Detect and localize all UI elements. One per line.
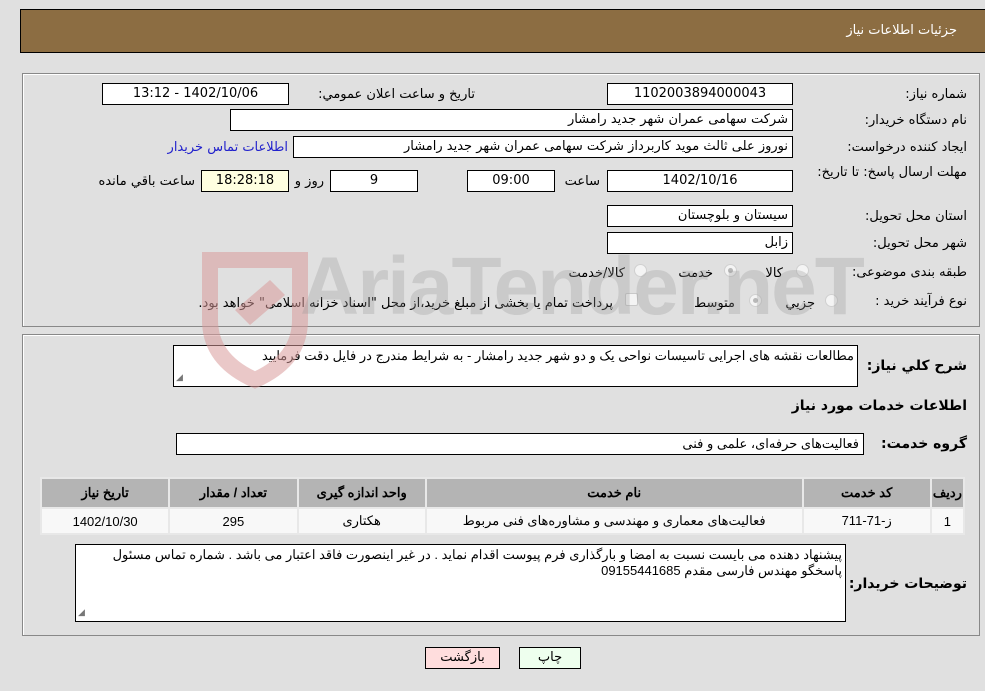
category-radio-goods-service[interactable] <box>634 264 647 277</box>
services-table: ردیف کد خدمت نام خدمت واحد اندازه گیری ت… <box>39 477 966 535</box>
requester-label: ایجاد کننده درخواست: <box>847 140 967 155</box>
deadline-label: مهلت ارسال پاسخ: تا تاریخ: <box>817 165 967 180</box>
time-remaining-label: ساعت باقي مانده <box>98 174 195 189</box>
cell-row-number: 1 <box>929 507 966 535</box>
buyer-notes-text: پیشنهاد دهنده می بایست نسبت به امضا و با… <box>112 547 842 578</box>
buyer-notes-label: توضیحات خریدار: <box>848 576 967 592</box>
category-label: طبقه بندی موضوعی: <box>851 265 967 280</box>
page-header: جزئیات اطلاعات نیاز <box>20 9 985 53</box>
category-radio-service[interactable] <box>724 264 737 277</box>
col-need-date: تاریخ نیاز <box>39 477 171 509</box>
description-label: شرح كلي نياز: <box>866 358 967 374</box>
table-row: 1 ز-71-711 فعالیت‌های معماری و مهندسی و … <box>39 507 966 535</box>
buyer-contact-link[interactable]: اطلاعات تماس خریدار <box>168 140 288 155</box>
category-option-goods: کالا <box>765 266 783 281</box>
cell-unit: هکتاری <box>296 507 427 535</box>
col-service-code: کد خدمت <box>801 477 932 509</box>
service-group-label: گروه خدمت: <box>881 436 967 452</box>
purchase-type-radio-medium[interactable] <box>749 294 762 307</box>
need-number-field: 1102003894000043 <box>607 83 793 105</box>
col-service-name: نام خدمت <box>424 477 804 509</box>
days-remaining-field: 9 <box>330 170 418 192</box>
deadline-date-field: 1402/10/16 <box>607 170 793 192</box>
col-unit: واحد اندازه گیری <box>296 477 427 509</box>
buyer-notes-textarea[interactable]: پیشنهاد دهنده می بایست نسبت به امضا و با… <box>75 544 846 622</box>
buyer-org-label: نام دستگاه خریدار: <box>864 113 967 128</box>
requester-field: نوروز علی ثالث موید کاربرداز شرکت سهامی … <box>293 136 793 158</box>
category-option-goods-service: کالا/خدمت <box>568 266 625 281</box>
description-text: مطالعات نقشه های اجرایی تاسیسات نواحی یک… <box>261 348 854 363</box>
days-label: روز و <box>294 174 324 189</box>
buyer-org-field: شرکت سهامی عمران شهر جدید رامشار <box>230 109 793 131</box>
province-field: سیستان و بلوچستان <box>607 205 793 227</box>
category-radio-goods[interactable] <box>796 264 809 277</box>
purchase-type-radio-minor[interactable] <box>825 294 838 307</box>
print-button[interactable]: چاپ <box>519 647 581 669</box>
resize-grip-icon[interactable]: ◢ <box>176 369 183 385</box>
purchase-type-option-medium: متوسط <box>694 296 735 311</box>
announce-datetime-label: تاریخ و ساعت اعلان عمومي: <box>318 87 475 102</box>
col-quantity: تعداد / مقدار <box>168 477 299 509</box>
table-header-row: ردیف کد خدمت نام خدمت واحد اندازه گیری ت… <box>39 477 966 509</box>
announce-datetime-field: 1402/10/06 - 13:12 <box>102 83 289 105</box>
col-row-number: ردیف <box>929 477 966 509</box>
page-title: جزئیات اطلاعات نیاز <box>846 23 957 38</box>
purchase-type-option-minor: جزيي <box>785 296 815 311</box>
cell-quantity: 295 <box>168 507 299 535</box>
category-option-service: خدمت <box>678 266 713 281</box>
city-field: زابل <box>607 232 793 254</box>
treasury-checkbox[interactable] <box>625 293 638 306</box>
service-group-field: فعالیت‌های حرفه‌ای، علمی و فنی <box>176 433 864 455</box>
cell-service-code: ز-71-711 <box>801 507 932 535</box>
city-label: شهر محل تحویل: <box>872 236 967 251</box>
cell-service-name: فعالیت‌های معماری و مهندسی و مشاوره‌های … <box>424 507 804 535</box>
time-remaining-field: 18:28:18 <box>201 170 289 192</box>
purchase-type-label: نوع فرآیند خرید : <box>875 294 967 309</box>
cell-need-date: 1402/10/30 <box>39 507 171 535</box>
back-button[interactable]: بازگشت <box>425 647 500 669</box>
resize-grip-icon[interactable]: ◢ <box>78 604 85 620</box>
treasury-checkbox-label: پرداخت تمام یا بخشی از مبلغ خرید،از محل … <box>198 296 613 311</box>
deadline-time-field: 09:00 <box>467 170 555 192</box>
deadline-time-label: ساعت <box>564 174 600 189</box>
services-section-title: اطلاعات خدمات مورد نیاز <box>791 398 967 414</box>
need-number-label: شماره نیاز: <box>905 87 967 102</box>
description-textarea[interactable]: مطالعات نقشه های اجرایی تاسیسات نواحی یک… <box>173 345 858 387</box>
province-label: استان محل تحویل: <box>865 209 967 224</box>
